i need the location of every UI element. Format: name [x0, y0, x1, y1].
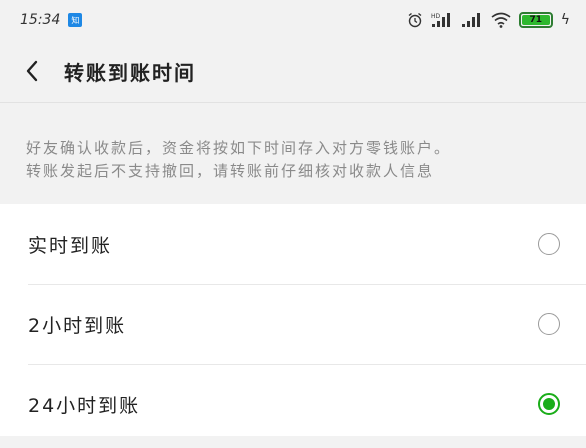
- hd-signal-icon: HD: [431, 13, 450, 27]
- battery-icon: 71: [518, 12, 553, 28]
- status-bar: 15:34 知 HD 71 ϟ: [0, 0, 586, 40]
- wifi-icon: [491, 12, 511, 28]
- notice-line-1: 好友确认收款后，资金将按如下时间存入对方零钱账户。: [26, 139, 452, 157]
- battery-level: 71: [521, 15, 550, 25]
- status-bar-right: HD 71 ϟ: [407, 12, 570, 28]
- app-notification-icon: 知: [68, 13, 83, 27]
- option-label-2-hours: 2小时到账: [28, 314, 127, 337]
- notice-area: 好友确认收款后，资金将按如下时间存入对方零钱账户。 转账发起后不支持撤回，请转账…: [0, 102, 586, 204]
- radio-realtime[interactable]: [538, 233, 560, 255]
- option-label-realtime: 实时到账: [28, 234, 113, 257]
- status-time: 15:34: [20, 12, 61, 28]
- radio-24-hours[interactable]: [538, 393, 560, 415]
- alarm-icon: [408, 12, 422, 28]
- notice-line-2: 转账发起后不支持撤回，请转账前仔细核对收款人信息: [26, 162, 435, 180]
- radio-2-hours[interactable]: [538, 313, 560, 335]
- option-realtime[interactable]: 实时到账: [0, 204, 586, 284]
- charging-icon: ϟ: [560, 12, 570, 28]
- title-bar: 转账到账时间: [0, 40, 586, 102]
- status-bar-left: 15:34 知: [20, 12, 83, 28]
- option-label-24-hours: 24小时到账: [28, 394, 141, 417]
- chevron-left-icon[interactable]: [22, 58, 44, 84]
- arrival-time-options: 实时到账 2小时到账 24小时到账: [0, 204, 586, 436]
- option-2-hours[interactable]: 2小时到账: [0, 284, 586, 364]
- hd-label: HD: [431, 13, 441, 20]
- page-title: 转账到账时间: [64, 60, 196, 85]
- option-24-hours[interactable]: 24小时到账: [0, 364, 586, 444]
- signal-icon: [461, 13, 480, 27]
